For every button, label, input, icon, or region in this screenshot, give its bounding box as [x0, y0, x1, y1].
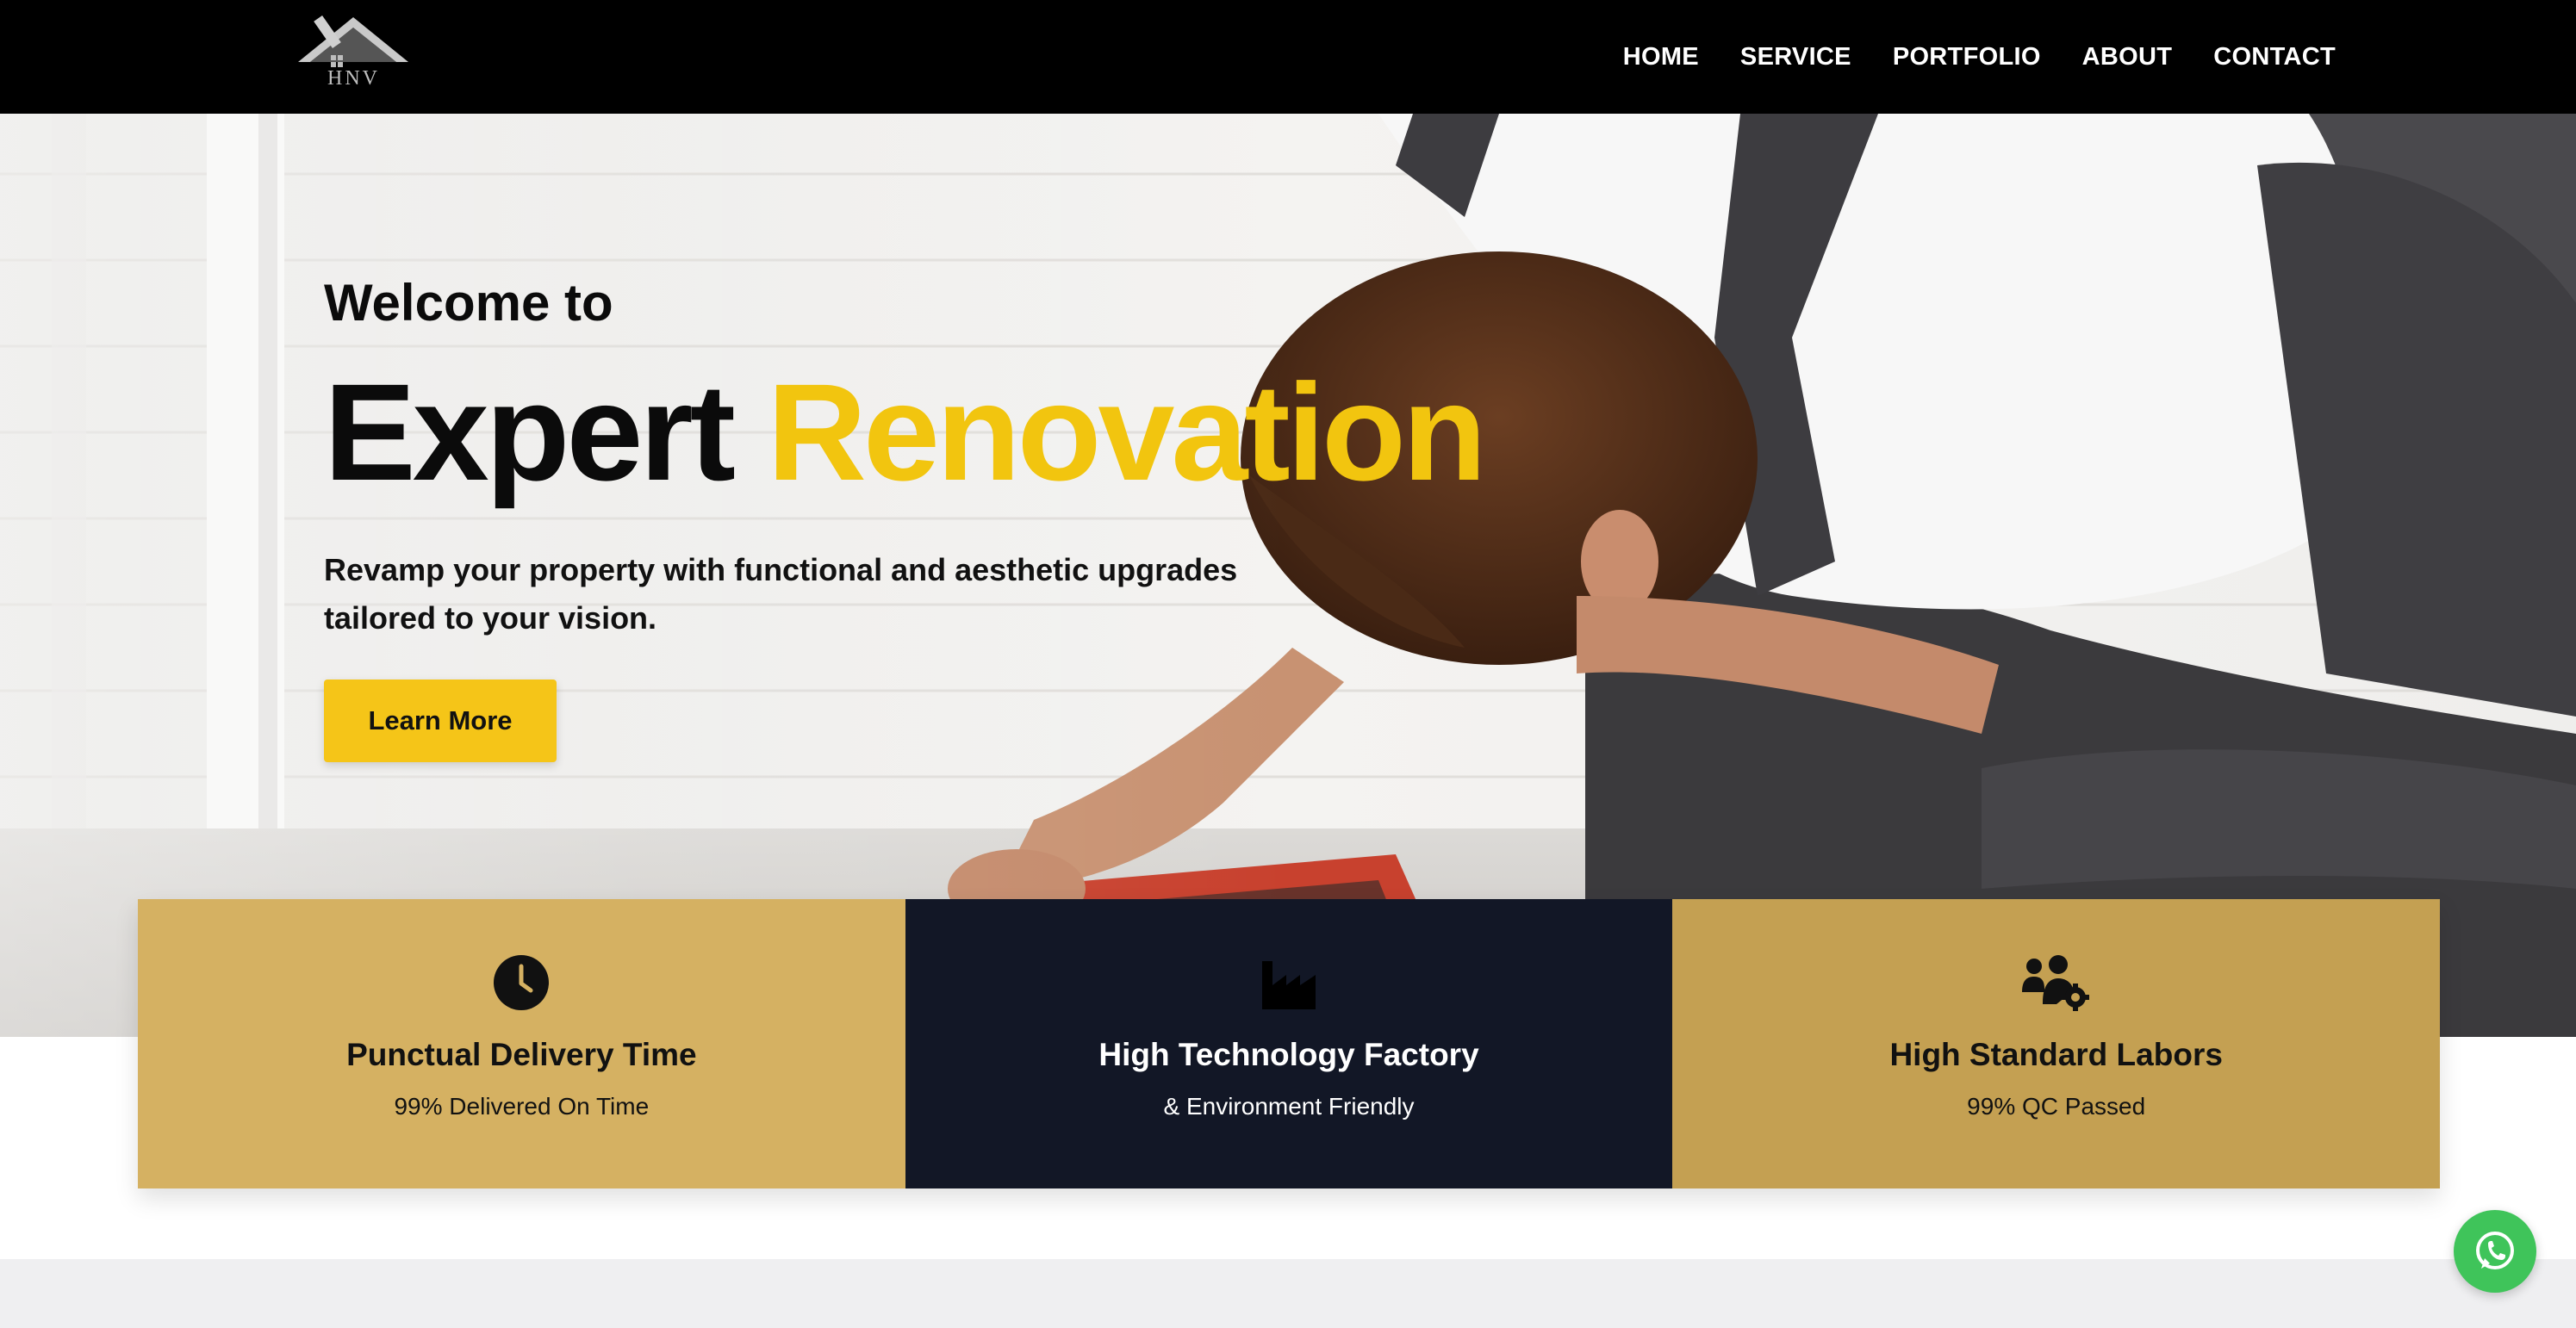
hero-welcome: Welcome to [324, 274, 613, 332]
whatsapp-button[interactable] [2454, 1210, 2536, 1293]
main-nav: HOME SERVICE PORTFOLIO ABOUT CONTACT [1623, 0, 2336, 114]
feature-subtitle: 99% Delivered On Time [394, 1093, 650, 1120]
navbar: HNV HOME SERVICE PORTFOLIO ABOUT CONTACT [0, 0, 2576, 114]
features-strip: Punctual Delivery Time 99% Delivered On … [138, 899, 2441, 1188]
nav-portfolio[interactable]: PORTFOLIO [1893, 43, 2041, 71]
site-logo[interactable]: HNV [293, 9, 414, 95]
factory-icon [1262, 961, 1316, 1009]
nav-contact[interactable]: CONTACT [2213, 43, 2336, 71]
logo-text: HNV [327, 67, 380, 90]
feature-subtitle: 99% QC Passed [1967, 1093, 2146, 1120]
feature-title: High Standard Labors [1889, 1037, 2223, 1072]
feature-title: Punctual Delivery Time [346, 1037, 697, 1072]
hero-subtitle: Revamp your property with functional and… [324, 552, 1238, 636]
feature-card-labors: High Standard Labors 99% QC Passed [1672, 899, 2441, 1188]
feature-card-delivery: Punctual Delivery Time 99% Delivered On … [138, 899, 905, 1188]
feature-subtitle: & Environment Friendly [1163, 1093, 1415, 1120]
nav-about[interactable]: ABOUT [2082, 43, 2173, 71]
hero-title: Expert Renovation [324, 363, 1487, 501]
hero-text-block: Welcome to Expert Renovation Revamp your… [324, 274, 1487, 642]
learn-more-button[interactable]: Learn More [324, 680, 557, 762]
hero-title-part1: Expert [324, 355, 736, 509]
users-gear-icon [2021, 955, 2089, 1011]
feature-title: High Technology Factory [1098, 1037, 1479, 1072]
next-section-band [0, 1259, 2576, 1328]
feature-card-factory: High Technology Factory & Environment Fr… [905, 899, 1673, 1188]
clock-icon [494, 955, 550, 1010]
nav-service[interactable]: SERVICE [1740, 43, 1851, 71]
whatsapp-icon [2476, 1232, 2514, 1269]
hero-title-part2: Renovation [767, 355, 1486, 509]
nav-home[interactable]: HOME [1623, 43, 1699, 71]
